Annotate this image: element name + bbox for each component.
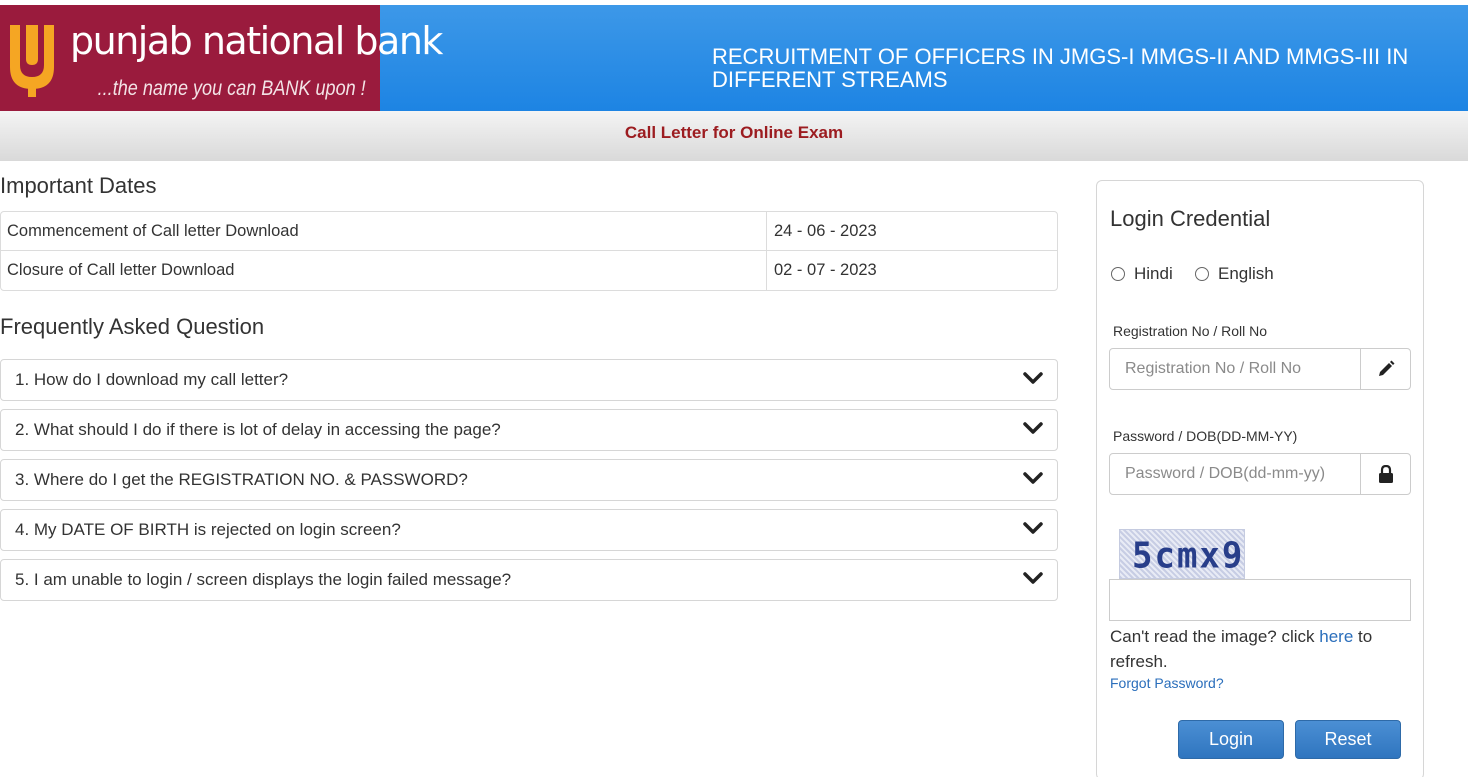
subheader-title: Call Letter for Online Exam <box>0 111 1468 161</box>
date-label: Commencement of Call letter Download <box>1 212 767 250</box>
important-dates-heading: Important Dates <box>0 173 157 198</box>
faq-heading: Frequently Asked Question <box>0 314 265 339</box>
registration-addon <box>1360 349 1410 389</box>
password-input[interactable] <box>1110 454 1360 494</box>
english-radio[interactable] <box>1195 267 1209 281</box>
pnb-logo-icon <box>10 25 54 97</box>
pencil-icon <box>1378 360 1394 376</box>
language-option-english[interactable]: English <box>1195 264 1274 284</box>
faq-question: 2. What should I do if there is lot of d… <box>15 420 501 439</box>
refresh-captcha-link[interactable]: here <box>1319 627 1353 646</box>
captcha-help-text: Can't read the image? click here to refr… <box>1110 624 1410 674</box>
registration-label: Registration No / Roll No <box>1113 323 1268 339</box>
registration-field-group <box>1109 348 1411 390</box>
table-row: Closure of Call letter Download 02 - 07 … <box>1 251 1057 290</box>
password-addon <box>1360 454 1410 494</box>
faq-question: 4. My DATE OF BIRTH is rejected on login… <box>15 520 401 539</box>
language-option-hindi[interactable]: Hindi <box>1111 264 1173 284</box>
faq-item[interactable]: 5. I am unable to login / screen display… <box>0 559 1058 601</box>
faq-question: 3. Where do I get the REGISTRATION NO. &… <box>15 470 468 489</box>
logo-name: punjab national bank <box>70 19 443 63</box>
faq-item[interactable]: 2. What should I do if there is lot of d… <box>0 409 1058 451</box>
faq-list: 1. How do I download my call letter? 2. … <box>0 359 1058 609</box>
chevron-down-icon <box>1023 422 1043 434</box>
date-value: 24 - 06 - 2023 <box>774 222 877 240</box>
reset-button[interactable]: Reset <box>1295 720 1401 759</box>
registration-input[interactable] <box>1110 349 1360 389</box>
chevron-down-icon <box>1023 472 1043 484</box>
faq-item[interactable]: 4. My DATE OF BIRTH is rejected on login… <box>0 509 1058 551</box>
important-dates-table: Commencement of Call letter Download 24 … <box>0 211 1058 291</box>
lock-icon <box>1378 465 1393 483</box>
captcha-text: 5cmx9 <box>1132 535 1245 577</box>
password-label: Password / DOB(DD-MM-YY) <box>1113 428 1298 444</box>
faq-item[interactable]: 1. How do I download my call letter? <box>0 359 1058 401</box>
chevron-down-icon <box>1023 572 1043 584</box>
captcha-image: 5cmx9 <box>1119 529 1245 579</box>
logo-tagline: ...the name you can BANK upon ! <box>97 77 366 100</box>
captcha-input[interactable] <box>1109 579 1411 621</box>
bank-logo[interactable]: punjab national bank ...the name you can… <box>0 5 443 111</box>
login-panel: Login Credential Hindi English Registrat… <box>1096 180 1424 777</box>
password-field-group <box>1109 453 1411 495</box>
date-value: 02 - 07 - 2023 <box>774 261 877 279</box>
language-label: Hindi <box>1134 264 1173 283</box>
chevron-down-icon <box>1023 522 1043 534</box>
chevron-down-icon <box>1023 372 1043 384</box>
language-label: English <box>1218 264 1274 283</box>
login-title: Login Credential <box>1110 206 1271 231</box>
login-button[interactable]: Login <box>1178 720 1284 759</box>
hindi-radio[interactable] <box>1111 267 1125 281</box>
forgot-password-link[interactable]: Forgot Password? <box>1110 675 1224 691</box>
help-prefix: Can't read the image? click <box>1110 627 1320 646</box>
faq-question: 1. How do I download my call letter? <box>15 370 289 389</box>
faq-question: 5. I am unable to login / screen display… <box>15 570 512 589</box>
table-row: Commencement of Call letter Download 24 … <box>1 212 1057 251</box>
faq-item[interactable]: 3. Where do I get the REGISTRATION NO. &… <box>0 459 1058 501</box>
site-header: punjab national bank ...the name you can… <box>0 5 1468 111</box>
date-label: Closure of Call letter Download <box>1 251 767 290</box>
page-title: RECRUITMENT OF OFFICERS IN JMGS-I MMGS-I… <box>712 44 1409 92</box>
